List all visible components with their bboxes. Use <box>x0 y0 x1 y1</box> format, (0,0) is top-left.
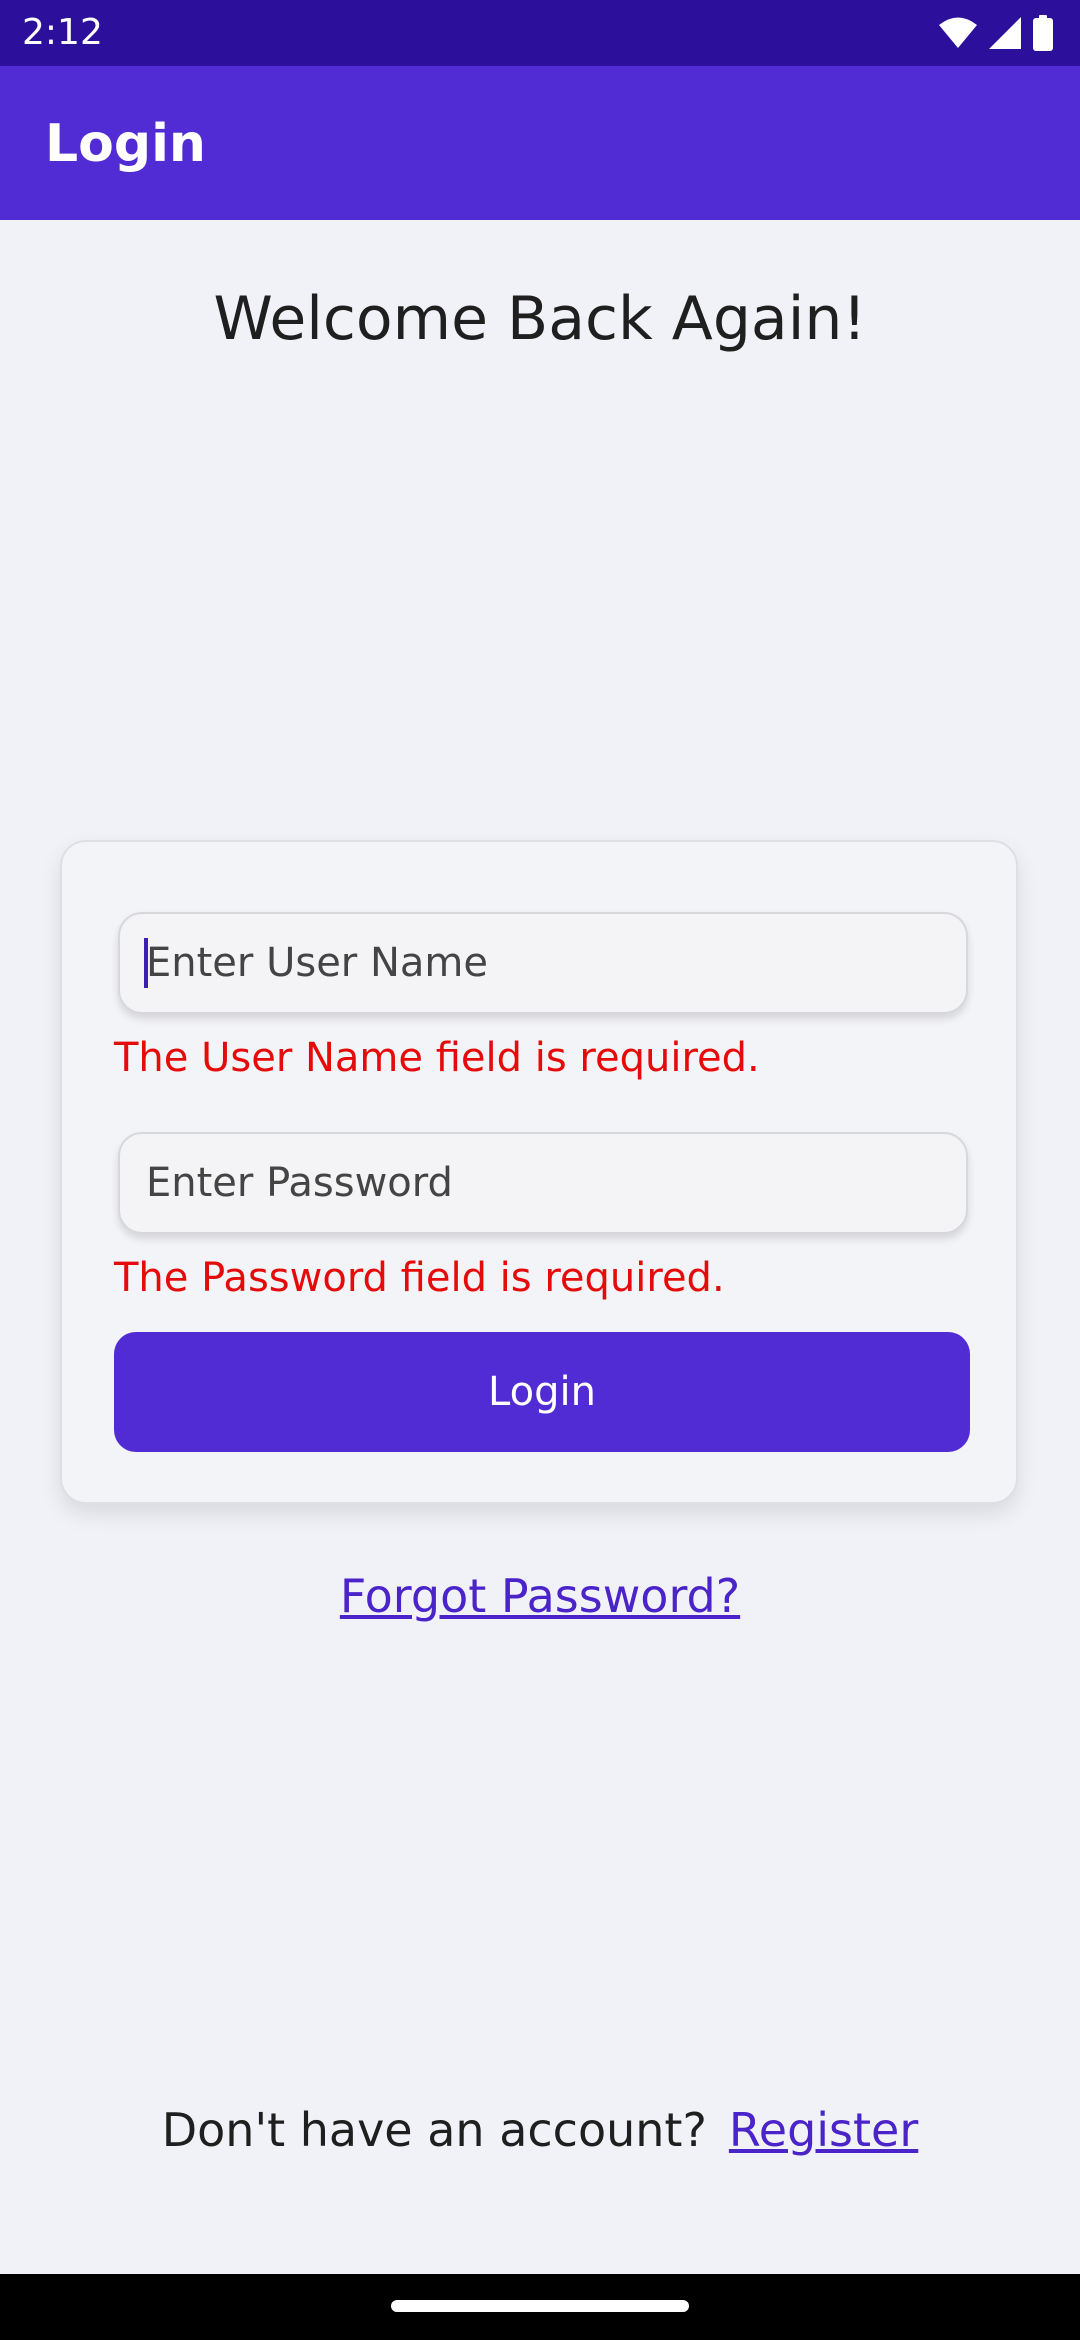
app-bar-title: Login <box>45 114 206 174</box>
password-placeholder: Enter Password <box>146 1160 453 1206</box>
forgot-password-link: Forgot Password? <box>0 1566 1080 1626</box>
forgot-password-link-text[interactable]: Forgot Password? <box>340 1569 740 1623</box>
battery-icon <box>1032 15 1054 51</box>
status-bar: 2:12 <box>0 0 1080 66</box>
navigation-bar <box>0 2274 1080 2340</box>
no-account-prompt: Don't have an account? <box>161 2103 707 2157</box>
welcome-title: Welcome Back Again! <box>213 284 867 354</box>
username-error: The User Name field is required. <box>114 1035 760 1081</box>
login-button[interactable]: Login <box>114 1332 970 1452</box>
register-row: Don't have an account? Register <box>0 2100 1080 2160</box>
status-icons <box>938 14 1054 52</box>
username-placeholder: Enter User Name <box>146 940 488 986</box>
login-card: Enter User Name The User Name field is r… <box>60 840 1018 1504</box>
username-input[interactable]: Enter User Name <box>118 912 968 1014</box>
register-link[interactable]: Register <box>729 2103 918 2157</box>
password-input[interactable]: Enter Password <box>118 1132 968 1234</box>
home-gesture-handle[interactable] <box>391 2300 689 2312</box>
app-bar: Login <box>0 66 1080 220</box>
password-error: The Password field is required. <box>114 1255 725 1301</box>
wifi-icon <box>938 16 978 50</box>
cellular-signal-icon <box>988 16 1022 50</box>
status-time: 2:12 <box>22 12 103 53</box>
